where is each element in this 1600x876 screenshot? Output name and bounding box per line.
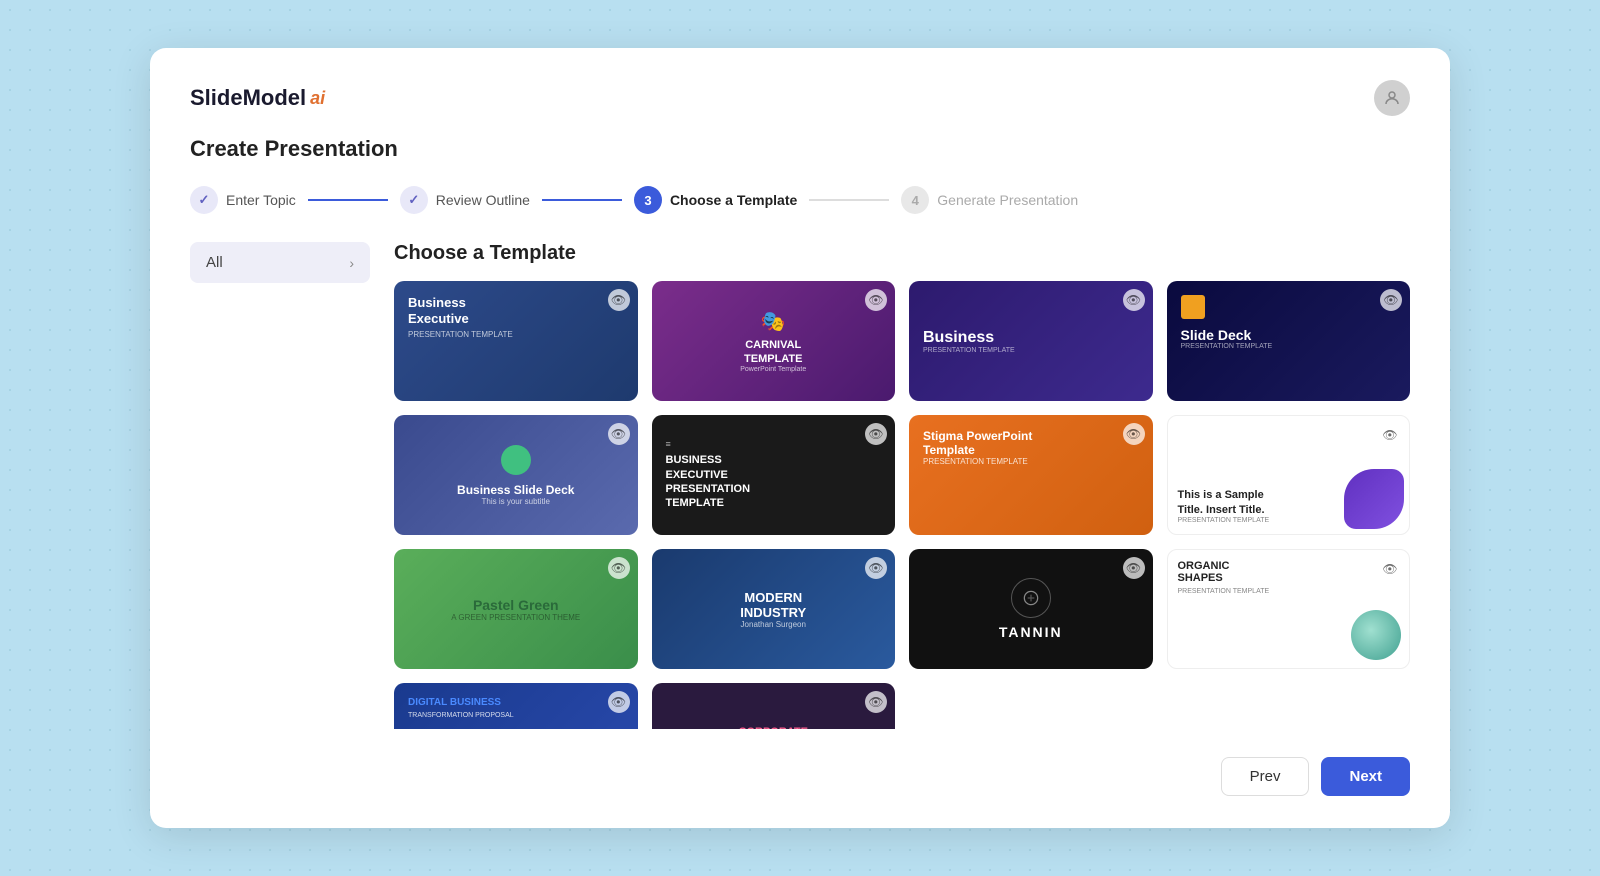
- step-review-outline: ✓ Review Outline: [400, 186, 530, 214]
- section-title: Choose a Template: [394, 242, 1410, 265]
- step-label-4: Generate Presentation: [937, 192, 1078, 208]
- t6-menu: ≡: [666, 439, 751, 449]
- footer: Prev Next: [190, 745, 1410, 796]
- eye-icon-2[interactable]: 👁: [865, 289, 887, 311]
- eye-icon-4[interactable]: 👁: [1380, 289, 1402, 311]
- t4-sub: PRESENTATION TEMPLATE: [1181, 343, 1397, 350]
- next-button[interactable]: Next: [1321, 757, 1410, 796]
- eye-icon-12[interactable]: 👁: [1379, 558, 1401, 580]
- header: SlideModel ai: [190, 80, 1410, 116]
- t4-title: Slide Deck: [1181, 327, 1397, 343]
- step-label-2: Review Outline: [436, 192, 530, 208]
- eye-icon-5[interactable]: 👁: [608, 423, 630, 445]
- prev-button[interactable]: Prev: [1221, 757, 1310, 796]
- template-card-biz-exec-pres[interactable]: ≡ BUSINESSEXECUTIVEPRESENTATIONTEMPLATE …: [652, 415, 896, 535]
- chevron-right-icon: ›: [349, 255, 354, 271]
- template-card-digital-business[interactable]: DIGITAL BUSINESS TRANSFORMATION PROPOSAL…: [394, 683, 638, 729]
- step-enter-topic: ✓ Enter Topic: [190, 186, 296, 214]
- template-card-organic-shapes[interactable]: ORGANICSHAPES PRESENTATION TEMPLATE 👁: [1167, 549, 1411, 669]
- check-icon-2: ✓: [408, 192, 419, 208]
- step-choose-template: 3 Choose a Template: [634, 186, 797, 214]
- step-circle-2: ✓: [400, 186, 428, 214]
- eye-icon-11[interactable]: 👁: [1123, 557, 1145, 579]
- main-modal: SlideModel ai Create Presentation ✓ Ente…: [150, 48, 1450, 828]
- t6-title: BUSINESSEXECUTIVEPRESENTATIONTEMPLATE: [666, 453, 751, 510]
- page-title: Create Presentation: [190, 136, 1410, 162]
- check-icon-1: ✓: [199, 192, 210, 208]
- t12-ball: [1351, 610, 1401, 660]
- eye-icon-10[interactable]: 👁: [865, 557, 887, 579]
- t12-title: ORGANICSHAPES: [1178, 560, 1400, 584]
- sidebar-item-all[interactable]: All ›: [190, 242, 370, 283]
- t5-circle: [501, 445, 531, 475]
- t8-blob: [1344, 469, 1404, 529]
- carnival-icon: 🎭: [740, 309, 806, 334]
- sidebar-item-all-label: All: [206, 254, 223, 271]
- main-content: Choose a Template BusinessExecutive PRES…: [394, 242, 1410, 729]
- t9-sub: A GREEN PRESENTATION THEME: [451, 613, 580, 622]
- step-number-4: 4: [912, 193, 919, 208]
- logo: SlideModel ai: [190, 85, 325, 111]
- t11-circle: [1011, 578, 1051, 618]
- step-circle-1: ✓: [190, 186, 218, 214]
- content: All › Choose a Template BusinessExecutiv…: [190, 242, 1410, 729]
- eye-icon-6[interactable]: 👁: [865, 423, 887, 445]
- avatar-button[interactable]: [1374, 80, 1410, 116]
- step-label-3: Choose a Template: [670, 192, 797, 208]
- t1-title: BusinessExecutive: [408, 295, 624, 326]
- eye-icon-13[interactable]: 👁: [608, 691, 630, 713]
- t11-title: TANNIN: [923, 624, 1139, 640]
- step-line-2: [542, 199, 622, 201]
- eye-icon-1[interactable]: 👁: [608, 289, 630, 311]
- t5-title: Business Slide Deck: [457, 483, 574, 497]
- template-card-sample-title[interactable]: This is a SampleTitle. Insert Title. PRE…: [1167, 415, 1411, 535]
- step-circle-3: 3: [634, 186, 662, 214]
- logo-text: SlideModel: [190, 85, 306, 111]
- t7-title: Stigma PowerPointTemplate: [923, 429, 1139, 457]
- template-card-stigma[interactable]: Stigma PowerPointTemplate PRESENTATION T…: [909, 415, 1153, 535]
- template-card-business-slide-deck[interactable]: Business Slide Deck This is your subtitl…: [394, 415, 638, 535]
- template-card-business-executive[interactable]: BusinessExecutive PRESENTATION TEMPLATE …: [394, 281, 638, 401]
- template-card-modern-industry[interactable]: MODERNINDUSTRY Jonathan Surgeon 👁: [652, 549, 896, 669]
- step-generate: 4 Generate Presentation: [901, 186, 1078, 214]
- eye-icon-8[interactable]: 👁: [1379, 424, 1401, 446]
- template-card-tannin[interactable]: TANNIN 👁: [909, 549, 1153, 669]
- sidebar: All ›: [190, 242, 370, 729]
- template-card-slide-deck[interactable]: Slide Deck PRESENTATION TEMPLATE 👁: [1167, 281, 1411, 401]
- eye-icon-9[interactable]: 👁: [608, 557, 630, 579]
- step-label-1: Enter Topic: [226, 192, 296, 208]
- t1-sub: PRESENTATION TEMPLATE: [408, 330, 624, 339]
- t4-accent-block: [1181, 295, 1205, 319]
- eye-icon-7[interactable]: 👁: [1123, 423, 1145, 445]
- template-card-corporate-culture[interactable]: CORPORATECULTURE INSERT YOUR SUBTITLE HE…: [652, 683, 896, 729]
- step-circle-4: 4: [901, 186, 929, 214]
- t13-title: DIGITAL BUSINESS: [408, 697, 624, 708]
- eye-icon-14[interactable]: 👁: [865, 691, 887, 713]
- templates-grid: BusinessExecutive PRESENTATION TEMPLATE …: [394, 281, 1410, 729]
- t13-sub: TRANSFORMATION PROPOSAL: [408, 712, 624, 719]
- logo-ai: ai: [310, 88, 325, 109]
- eye-icon-3[interactable]: 👁: [1123, 289, 1145, 311]
- t2-title: CARNIVALTEMPLATE: [740, 338, 806, 367]
- t5-sub: This is your subtitle: [457, 497, 574, 506]
- t12-sub: PRESENTATION TEMPLATE: [1178, 588, 1400, 595]
- template-card-pastel-green[interactable]: Pastel Green A GREEN PRESENTATION THEME …: [394, 549, 638, 669]
- t3-title: Business: [923, 329, 1015, 347]
- t3-sub: PRESENTATION TEMPLATE: [923, 347, 1015, 354]
- t14-title: CORPORATECULTURE: [721, 725, 825, 729]
- t8-sub: PRESENTATION TEMPLATE: [1178, 517, 1270, 524]
- t8-title: This is a SampleTitle. Insert Title.: [1178, 488, 1270, 517]
- t10-sub: Jonathan Surgeon: [740, 620, 806, 629]
- t9-title: Pastel Green: [451, 597, 580, 613]
- step-line-1: [308, 199, 388, 201]
- template-card-carnival[interactable]: 🎭 CARNIVALTEMPLATE PowerPoint Template 👁: [652, 281, 896, 401]
- step-line-3: [809, 199, 889, 201]
- template-card-business[interactable]: Business PRESENTATION TEMPLATE 👁: [909, 281, 1153, 401]
- t10-title: MODERNINDUSTRY: [740, 590, 806, 620]
- t7-sub: PRESENTATION TEMPLATE: [923, 457, 1139, 466]
- t2-sub: PowerPoint Template: [740, 366, 806, 373]
- step-number-3: 3: [644, 193, 651, 208]
- stepper: ✓ Enter Topic ✓ Review Outline 3 Choose …: [190, 186, 1410, 214]
